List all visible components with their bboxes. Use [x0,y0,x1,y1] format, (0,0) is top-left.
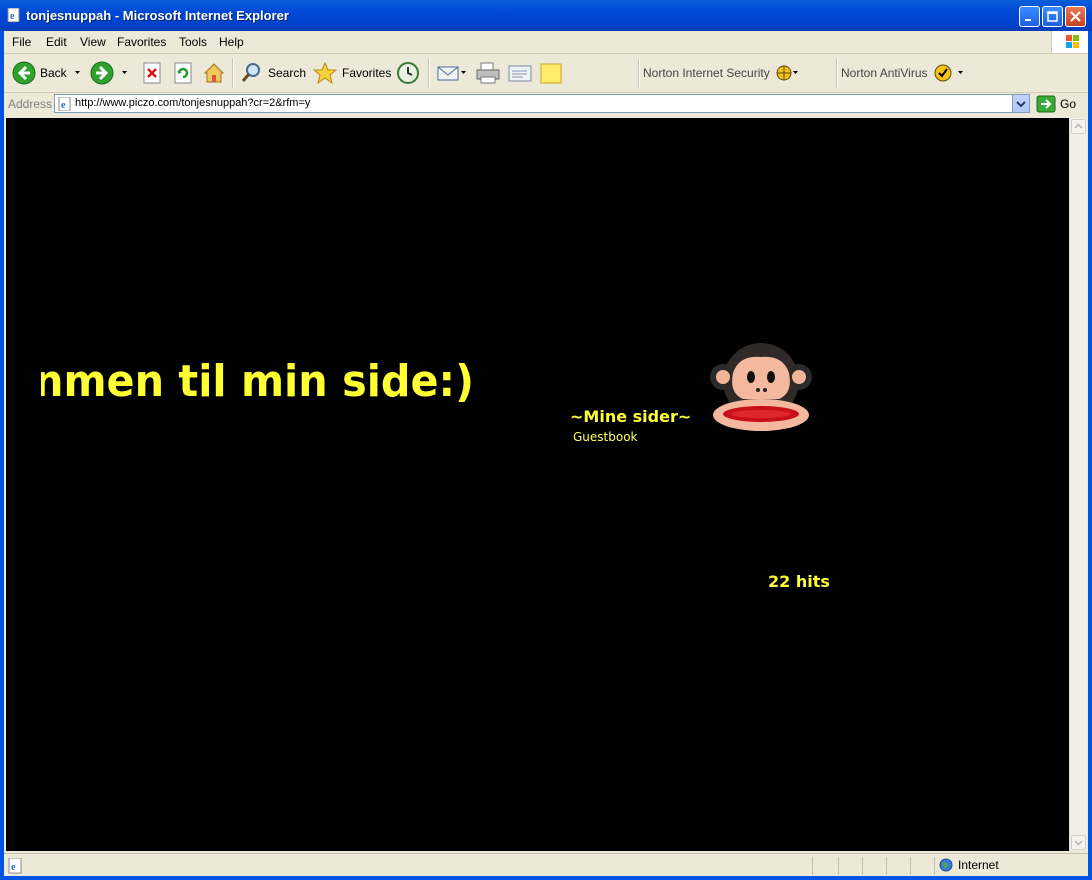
stop-icon [143,62,161,84]
norton-security-button[interactable]: Norton Internet Security [643,60,800,86]
forward-arrow-icon [90,61,114,85]
status-divider [886,857,887,875]
refresh-icon [174,62,192,84]
guestbook-link[interactable]: Guestbook [573,430,638,444]
chevron-down-icon[interactable] [73,68,87,78]
note-button[interactable] [539,60,563,86]
star-icon [312,61,338,85]
maximize-icon [1047,11,1058,22]
go-arrow-icon [1036,95,1056,113]
svg-text:e: e [11,862,16,873]
home-icon [203,63,225,83]
menu-help[interactable]: Help [219,35,244,49]
norton-security-label: Norton Internet Security [643,66,770,80]
home-button[interactable] [202,60,226,86]
back-button[interactable]: Back [12,60,87,86]
scroll-down-button[interactable] [1071,835,1086,850]
sticky-note-icon [540,63,562,84]
monkey-face-image [710,343,812,431]
search-label: Search [268,66,307,80]
close-icon [1070,11,1081,22]
menu-favorites[interactable]: Favorites [117,35,166,49]
zone-label: Internet [958,858,999,872]
close-button[interactable] [1065,6,1086,27]
minimize-button[interactable] [1019,6,1040,27]
browser-frame: File Edit View Favorites Tools Help Back… [4,31,1088,876]
menu-bar: File Edit View Favorites Tools Help [4,31,1088,54]
address-bar: Address e http://www.piczo.com/tonjesnup… [4,93,1088,116]
svg-text:e: e [10,11,15,22]
heading-clip: nmen til min side:) [41,238,541,438]
menu-file[interactable]: File [12,35,31,49]
menu-tools[interactable]: Tools [179,35,207,49]
chevron-down-icon[interactable] [460,68,470,78]
forward-button[interactable] [90,60,134,86]
address-dropdown-button[interactable] [1012,95,1029,112]
page-heading: nmen til min side:) [41,356,474,407]
status-divider [838,857,839,875]
address-label: Address [8,97,53,111]
status-divider [910,857,911,875]
mail-icon [437,66,459,81]
status-divider [934,857,935,875]
edit-page-icon [508,65,532,82]
back-label: Back [40,66,67,80]
windows-logo [1051,31,1088,53]
mail-button[interactable] [436,60,470,86]
ie-page-icon: e [7,8,20,22]
menu-edit[interactable]: Edit [46,35,67,49]
edit-button[interactable] [507,60,533,86]
chevron-down-icon[interactable] [120,68,134,78]
status-divider [862,857,863,875]
security-zone: Internet [939,858,999,872]
search-button[interactable]: Search [240,60,306,86]
toolbar-separator [428,58,430,88]
scroll-up-button[interactable] [1071,119,1086,134]
printer-icon [476,62,500,84]
windows-flag-icon [1066,35,1079,48]
norton-antivirus-label: Norton AntiVirus [841,66,928,80]
chevron-down-icon [1074,840,1083,846]
maximize-button[interactable] [1042,6,1063,27]
minimize-icon [1025,19,1031,21]
favorites-label: Favorites [342,66,392,80]
history-icon [397,62,419,84]
chevron-up-icon [1074,123,1083,129]
page-status-icon: e [8,858,22,874]
chevron-down-icon [1016,101,1026,108]
hit-counter: 22 hits [768,572,830,591]
toolbar-separator [638,58,640,88]
norton-shield-icon [934,64,963,82]
print-button[interactable] [475,60,501,86]
back-arrow-icon [12,61,36,85]
globe-icon [939,858,953,872]
go-button[interactable]: Go [1036,94,1076,114]
history-button[interactable] [396,60,420,86]
address-input[interactable]: e http://www.piczo.com/tonjesnuppah?cr=2… [54,94,1030,113]
toolbar-separator [836,58,838,88]
search-icon [241,63,260,82]
go-label: Go [1060,97,1077,111]
favorites-button[interactable]: Favorites [312,60,391,86]
menu-view[interactable]: View [80,35,106,49]
ie-window: e tonjesnuppah - Microsoft Internet Expl… [0,0,1092,880]
address-url: http://www.piczo.com/tonjesnuppah?cr=2&r… [75,97,311,109]
refresh-button[interactable] [172,60,194,86]
vertical-scrollbar[interactable] [1069,118,1087,851]
toolbar-separator [232,58,234,88]
title-bar[interactable]: e tonjesnuppah - Microsoft Internet Expl… [0,0,1092,31]
norton-antivirus-button[interactable]: Norton AntiVirus [841,60,968,86]
svg-text:e: e [61,100,66,111]
stop-button[interactable] [141,60,163,86]
status-divider [812,857,813,875]
status-bar: e Internet [4,853,1088,877]
page-content: nmen til min side:) ~Mine sider~ Guestbo… [6,118,1069,851]
page-icon: e [58,97,71,111]
nav-title: ~Mine sider~ [570,407,692,426]
standard-toolbar: Back Search Favorites Norton Internet Se… [4,54,1088,93]
norton-globe-icon [776,65,798,81]
window-title: tonjesnuppah - Microsoft Internet Explor… [26,8,289,23]
